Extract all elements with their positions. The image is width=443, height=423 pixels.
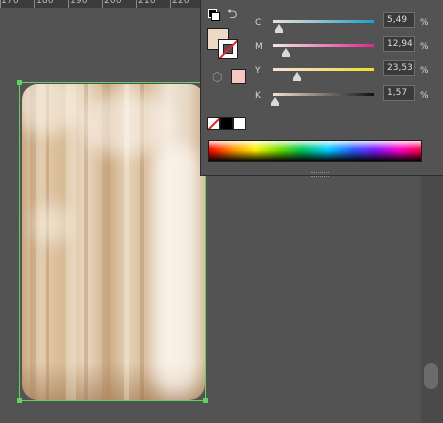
white-color-swatch[interactable] xyxy=(233,117,246,130)
stroke-color-swatch[interactable] xyxy=(218,39,238,59)
percent-unit: % xyxy=(420,66,429,76)
slider-label: Y xyxy=(255,66,261,76)
slider-label: C xyxy=(255,18,262,28)
ruler-label: 170 xyxy=(1,0,19,6)
slider-track[interactable] xyxy=(273,68,374,71)
percent-unit: % xyxy=(420,91,429,101)
selection-bounding-box[interactable] xyxy=(17,80,208,403)
percent-unit: % xyxy=(420,42,429,52)
slider-track[interactable] xyxy=(273,20,374,23)
ruler-tick xyxy=(0,0,1,8)
none-color-swatch[interactable] xyxy=(207,117,220,130)
color-spectrum-ramp[interactable] xyxy=(208,140,422,162)
ruler-label: 210 xyxy=(138,0,156,6)
slider-thumb[interactable] xyxy=(274,24,283,33)
ruler-tick xyxy=(136,0,137,8)
ruler-label: 200 xyxy=(104,0,122,6)
ruler-tick xyxy=(170,0,171,8)
percent-unit: % xyxy=(420,18,429,28)
ruler-label: 220 xyxy=(172,0,190,6)
black-color-swatch[interactable] xyxy=(220,117,233,130)
out-of-gamut-cube-icon[interactable]: ⬡ xyxy=(212,71,222,83)
panel-resize-grip[interactable] xyxy=(311,172,329,177)
ruler-tick xyxy=(102,0,103,8)
slider-label: K xyxy=(255,91,261,101)
ruler-label: 180 xyxy=(36,0,54,6)
slider-thumb[interactable] xyxy=(282,48,291,57)
slider-track[interactable] xyxy=(273,44,374,47)
resize-handle[interactable] xyxy=(203,398,208,403)
ruler-tick xyxy=(34,0,35,8)
gamut-correction-swatch[interactable] xyxy=(231,69,246,84)
value-input[interactable]: 1,57 xyxy=(383,85,415,101)
ruler-tick xyxy=(68,0,69,8)
swap-fill-stroke-icon[interactable]: ⮌ xyxy=(227,8,237,21)
slider-thumb[interactable] xyxy=(292,72,301,81)
resize-handle[interactable] xyxy=(17,398,22,403)
value-input[interactable]: 23,53 xyxy=(383,60,415,76)
value-input[interactable]: 5,49 xyxy=(383,12,415,28)
slider-thumb[interactable] xyxy=(270,97,279,106)
slider-label: M xyxy=(255,42,263,52)
resize-handle[interactable] xyxy=(17,80,22,85)
scrollbar-thumb[interactable] xyxy=(424,363,438,389)
slider-track[interactable] xyxy=(273,93,374,96)
value-input[interactable]: 12,94 xyxy=(383,36,415,52)
default-fill-stroke-icon[interactable] xyxy=(208,9,220,21)
ruler-label: 190 xyxy=(70,0,88,6)
